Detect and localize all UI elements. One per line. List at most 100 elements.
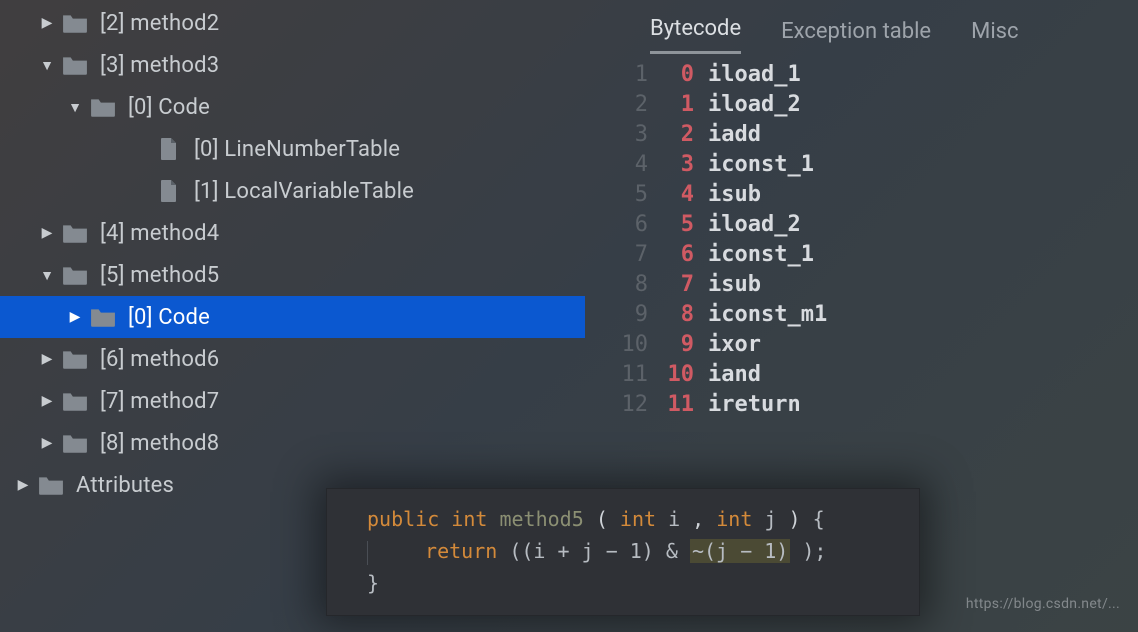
bytecode-row: 10iload_1	[608, 60, 1128, 90]
paren-close: )	[789, 507, 801, 531]
tree-row[interactable]: ▶ [7] method7	[0, 380, 585, 422]
bytecode-row: 1110iand	[608, 360, 1128, 390]
line-number: 11	[608, 360, 648, 390]
bytecode-row: 1211ireturn	[608, 390, 1128, 420]
chevron-right-icon[interactable]: ▶	[34, 435, 60, 451]
line-number: 7	[608, 240, 648, 270]
tree-label: [1] LocalVariableTable	[194, 179, 414, 204]
bytecode-instruction: iadd	[694, 120, 761, 150]
tab-exception-table[interactable]: Exception table	[781, 19, 931, 54]
line-number: 12	[608, 390, 648, 420]
tree-row[interactable]: ▶ [6] method6	[0, 338, 585, 380]
bytecode-row: 87isub	[608, 270, 1128, 300]
bytecode-row: 65iload_2	[608, 210, 1128, 240]
tree-label: [3] method3	[100, 53, 219, 78]
line-number: 3	[608, 120, 648, 150]
bytecode-row: 54isub	[608, 180, 1128, 210]
method-name: method5	[499, 507, 583, 531]
bytecode-offset: 1	[648, 90, 694, 120]
tree-row[interactable]: ▶[4] method4	[0, 212, 585, 254]
detail-tabs: Bytecode Exception table Misc	[608, 8, 1128, 54]
comma: ,	[692, 507, 704, 531]
right-panel: BytecodeException tableMisc 10iload_121i…	[608, 8, 1128, 420]
folder-icon	[60, 260, 90, 290]
tree-row[interactable]: ▶[0] Code	[0, 296, 585, 338]
line-number: 6	[608, 210, 648, 240]
tree-row[interactable]: ▼ [0] Code	[0, 86, 585, 128]
type-int-p2: int	[716, 507, 752, 531]
app-root: ▶[2] method2▼[3] method3▼[0] Code▶[0] Li…	[0, 0, 1138, 632]
chevron-right-icon[interactable]: ▶	[10, 477, 36, 493]
bytecode-instruction: ixor	[694, 330, 761, 360]
paren-open: (	[596, 507, 608, 531]
bytecode-instruction: iload_1	[694, 60, 801, 90]
brace-open: {	[813, 507, 825, 531]
folder-icon	[60, 8, 90, 38]
folder-icon	[60, 428, 90, 458]
bytecode-instruction: iconst_m1	[694, 300, 827, 330]
expr-highlight: ~(j − 1)	[690, 539, 790, 563]
folder-icon	[60, 386, 90, 416]
source-snippet: public int method5 ( int i , int j ) { r…	[326, 488, 920, 616]
chevron-right-icon[interactable]: ▶	[62, 309, 88, 325]
bytecode-row: 109ixor	[608, 330, 1128, 360]
bytecode-row: 21iload_2	[608, 90, 1128, 120]
bytecode-offset: 2	[648, 120, 694, 150]
tree-label: [0] Code	[128, 95, 210, 120]
type-int: int	[451, 507, 487, 531]
chevron-down-icon[interactable]: ▼	[34, 267, 60, 284]
tree-label: [5] method5	[100, 263, 219, 288]
brace-close: }	[367, 571, 379, 595]
bytecode-instruction: ireturn	[694, 390, 801, 420]
tree-row[interactable]: ▶[0] LineNumberTable	[0, 128, 585, 170]
tree-row[interactable]: ▶[8] method8	[0, 422, 585, 464]
bytecode-instruction: isub	[694, 180, 761, 210]
folder-icon	[60, 50, 90, 80]
bytecode-offset: 6	[648, 240, 694, 270]
bytecode-offset: 7	[648, 270, 694, 300]
chevron-right-icon[interactable]: ▶	[34, 393, 60, 409]
line-number: 8	[608, 270, 648, 300]
chevron-right-icon[interactable]: ▶	[34, 225, 60, 241]
type-int-p1: int	[620, 507, 656, 531]
folder-icon	[88, 302, 118, 332]
line-number: 1	[608, 60, 648, 90]
tree-label: [6] method6	[100, 347, 219, 372]
bytecode-offset: 10	[648, 360, 694, 390]
tree-label: [7] method7	[100, 389, 219, 414]
class-tree: ▶[2] method2▼[3] method3▼[0] Code▶[0] Li…	[0, 0, 585, 506]
line-number: 5	[608, 180, 648, 210]
tree-row[interactable]: ▼ [5] method5	[0, 254, 585, 296]
chevron-right-icon[interactable]: ▶	[34, 351, 60, 367]
bytecode-row: 43iconst_1	[608, 150, 1128, 180]
bytecode-row: 98iconst_m1	[608, 300, 1128, 330]
tree-label: [0] LineNumberTable	[194, 137, 400, 162]
tree-row[interactable]: ▼ [3] method3	[0, 44, 585, 86]
param-j: j	[764, 507, 776, 531]
tree-row[interactable]: ▶[2] method2	[0, 2, 585, 44]
chevron-right-icon[interactable]: ▶	[34, 15, 60, 31]
keyword-return: return	[425, 539, 497, 563]
bytecode-instruction: iand	[694, 360, 761, 390]
bytecode-offset: 9	[648, 330, 694, 360]
bytecode-listing: 10iload_121iload_232iadd43iconst_154isub…	[608, 60, 1128, 420]
expr-pre: ((i + j − 1) &	[509, 539, 690, 563]
folder-icon	[88, 92, 118, 122]
tab-bytecode[interactable]: Bytecode	[650, 16, 741, 54]
bytecode-offset: 3	[648, 150, 694, 180]
chevron-down-icon[interactable]: ▼	[34, 57, 60, 74]
tree-row[interactable]: ▶[1] LocalVariableTable	[0, 170, 585, 212]
tab-misc[interactable]: Misc	[971, 19, 1018, 54]
tree-label: Attributes	[76, 473, 174, 498]
snippet-line-2: return ((i + j − 1) & ~(j − 1) );	[367, 535, 891, 567]
param-i: i	[668, 507, 692, 531]
chevron-down-icon[interactable]: ▼	[62, 99, 88, 116]
bytecode-row: 76iconst_1	[608, 240, 1128, 270]
bytecode-row: 32iadd	[608, 120, 1128, 150]
bytecode-instruction: isub	[694, 270, 761, 300]
bytecode-offset: 8	[648, 300, 694, 330]
file-icon	[154, 176, 184, 206]
bytecode-offset: 5	[648, 210, 694, 240]
folder-icon	[36, 470, 66, 500]
snippet-line-1: public int method5 ( int i , int j ) {	[367, 503, 891, 535]
